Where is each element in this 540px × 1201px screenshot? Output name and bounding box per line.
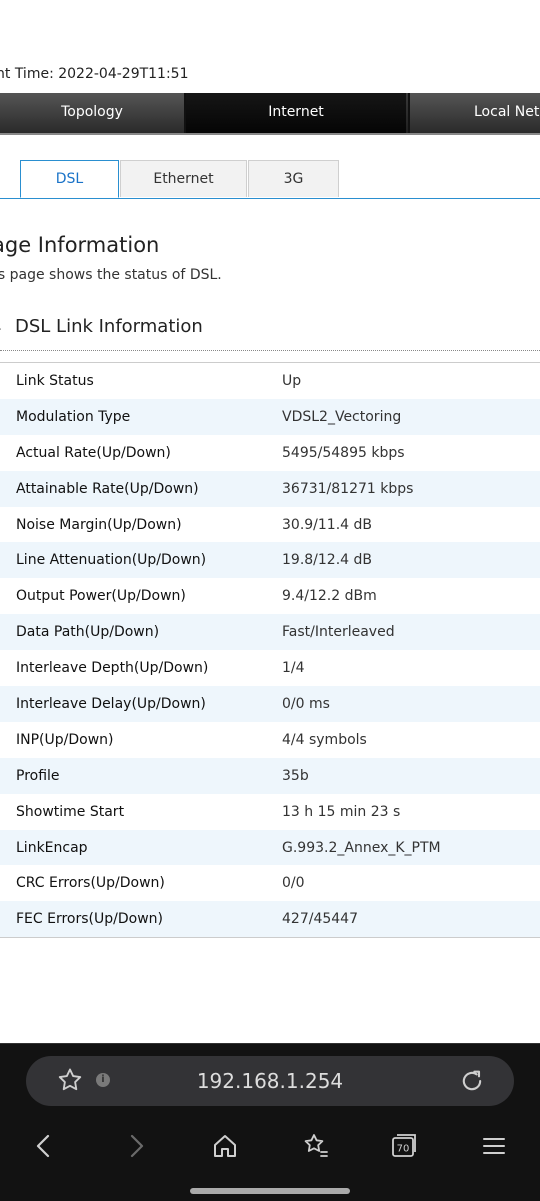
- row-label: Modulation Type: [16, 408, 131, 425]
- section-title: DSL Link Information: [15, 316, 203, 337]
- nav-topology[interactable]: Topology: [0, 93, 186, 133]
- row-value: 0/0 ms: [282, 696, 330, 713]
- row-label: INP(Up/Down): [16, 731, 114, 748]
- row-value: 5495/54895 kbps: [282, 444, 405, 461]
- table-row: LinkEncap G.993.2_Annex_K_PTM: [0, 829, 540, 866]
- row-label: Interleave Depth(Up/Down): [16, 660, 209, 677]
- row-label: Showtime Start: [16, 803, 125, 820]
- row-value: 4/4 symbols: [282, 731, 367, 748]
- collapse-icon: ⁃: [0, 320, 2, 339]
- row-value: 1/4: [282, 660, 305, 677]
- reload-icon[interactable]: [458, 1067, 486, 1095]
- table-row: Noise Margin(Up/Down) 30.9/11.4 dB: [0, 507, 540, 543]
- table-row: INP(Up/Down) 4/4 symbols: [0, 722, 540, 758]
- table-row: FEC Errors(Up/Down) 427/45447: [0, 901, 540, 938]
- row-value: 9.4/12.2 dBm: [282, 588, 377, 605]
- row-label: Profile: [16, 767, 60, 784]
- browser-bar: i 192.168.1.254 70: [0, 1043, 540, 1201]
- row-label: Output Power(Up/Down): [16, 588, 186, 605]
- forward-icon[interactable]: [116, 1126, 156, 1166]
- row-label: Attainable Rate(Up/Down): [16, 480, 199, 497]
- row-value: 427/45447: [282, 911, 358, 928]
- row-label: FEC Errors(Up/Down): [16, 911, 163, 928]
- table-row: Interleave Delay(Up/Down) 0/0 ms: [0, 686, 540, 722]
- table-row: Profile 35b: [0, 757, 540, 794]
- row-value: Up: [282, 373, 302, 389]
- row-value: VDSL2_Vectoring: [282, 408, 402, 425]
- top-navigation: Topology Internet Local Netw: [0, 93, 540, 135]
- table-row: Link Status Up: [0, 363, 540, 399]
- tab-count: 70: [397, 1144, 410, 1155]
- table-row: Output Power(Up/Down) 9.4/12.2 dBm: [0, 578, 540, 614]
- address-bar[interactable]: i 192.168.1.254: [26, 1056, 514, 1106]
- section-header[interactable]: ⁃ DSL Link Information: [0, 316, 540, 351]
- row-label: LinkEncap: [16, 839, 88, 856]
- tab-bar: DSL Ethernet 3G: [0, 160, 540, 199]
- page-title: age Information: [0, 233, 160, 257]
- tab-dsl[interactable]: DSL: [20, 160, 119, 198]
- row-label: Actual Rate(Up/Down): [16, 444, 171, 461]
- row-value: 0/0: [282, 875, 305, 892]
- row-value: 36731/81271 kbps: [282, 480, 414, 497]
- tab-3g[interactable]: 3G: [248, 160, 339, 197]
- menu-icon[interactable]: [474, 1126, 514, 1166]
- row-value: 13 h 15 min 23 s: [282, 803, 401, 820]
- row-label: Data Path(Up/Down): [16, 624, 160, 641]
- row-value: G.993.2_Annex_K_PTM: [282, 839, 441, 856]
- gesture-bar: [190, 1188, 350, 1194]
- bookmarks-icon[interactable]: [295, 1126, 335, 1166]
- table-row: Line Attenuation(Up/Down) 19.8/12.4 dB: [0, 542, 540, 579]
- page-description: is page shows the status of DSL.: [0, 267, 222, 283]
- url-text[interactable]: 192.168.1.254: [26, 1056, 514, 1106]
- back-icon[interactable]: [24, 1126, 64, 1166]
- home-icon[interactable]: [205, 1126, 245, 1166]
- row-label: Interleave Delay(Up/Down): [16, 696, 206, 713]
- router-page: nt Time: 2022-04-29T11:51 Topology Inter…: [0, 0, 540, 1043]
- table-row: Modulation Type VDSL2_Vectoring: [0, 398, 540, 435]
- nav-internet[interactable]: Internet: [186, 93, 406, 133]
- row-value: 35b: [282, 767, 309, 784]
- table-row: Showtime Start 13 h 15 min 23 s: [0, 794, 540, 830]
- row-value: 30.9/11.4 dB: [282, 516, 373, 533]
- row-label: Link Status: [16, 373, 94, 389]
- table-row: Attainable Rate(Up/Down) 36731/81271 kbps: [0, 470, 540, 507]
- row-label: Noise Margin(Up/Down): [16, 516, 182, 533]
- current-time: nt Time: 2022-04-29T11:51: [0, 66, 189, 82]
- row-value: Fast/Interleaved: [282, 624, 395, 641]
- tab-ethernet[interactable]: Ethernet: [120, 160, 247, 197]
- dsl-info-table: Link Status Up Modulation Type VDSL2_Vector…: [0, 362, 540, 939]
- tabs-icon[interactable]: 70: [384, 1126, 424, 1166]
- table-row: Interleave Depth(Up/Down) 1/4: [0, 650, 540, 686]
- row-value: 19.8/12.4 dB: [282, 552, 373, 569]
- table-row: Actual Rate(Up/Down) 5495/54895 kbps: [0, 435, 540, 471]
- row-label: CRC Errors(Up/Down): [16, 875, 165, 892]
- table-row: Data Path(Up/Down) Fast/Interleaved: [0, 614, 540, 651]
- nav-local-network[interactable]: Local Netw: [408, 93, 540, 133]
- row-label: Line Attenuation(Up/Down): [16, 552, 207, 569]
- table-row: CRC Errors(Up/Down) 0/0: [0, 865, 540, 901]
